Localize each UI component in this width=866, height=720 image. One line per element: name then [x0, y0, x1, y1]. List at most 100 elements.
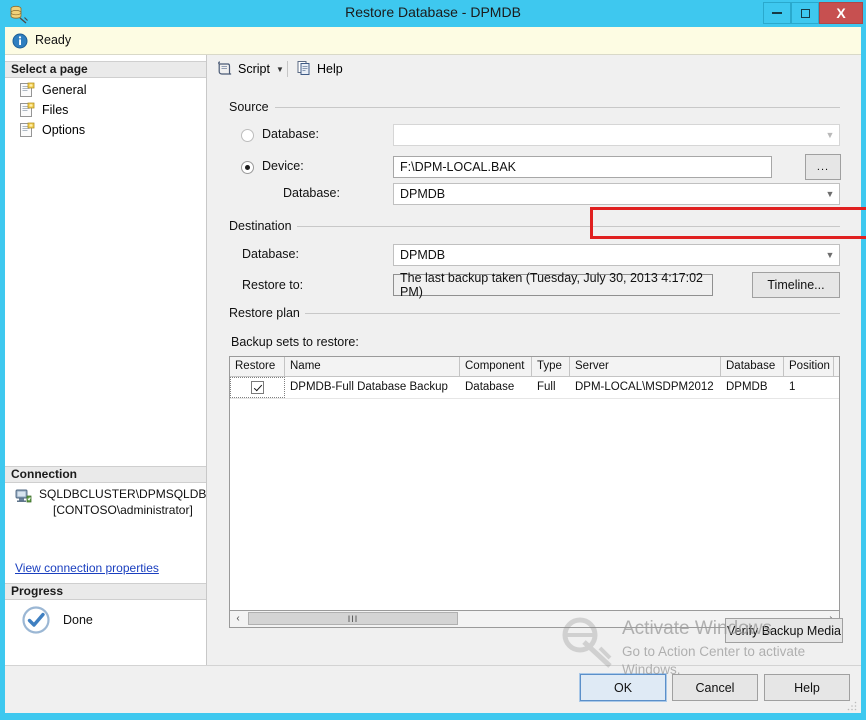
- dialog-button-bar: OK Cancel Help: [5, 665, 861, 713]
- source-device-path-input[interactable]: F:\DPM-LOCAL.BAK: [393, 156, 772, 178]
- timeline-button[interactable]: Timeline...: [752, 272, 840, 298]
- progress-status: Done: [21, 605, 93, 635]
- minimize-icon: [772, 12, 782, 14]
- help-label: Help: [317, 62, 343, 76]
- scroll-left-arrow[interactable]: ‹: [230, 611, 246, 626]
- sidebar-item-options[interactable]: Options: [19, 120, 85, 140]
- status-info-bar: Ready: [5, 27, 861, 55]
- sidebar: Select a page General Files Options Conn…: [5, 55, 207, 665]
- sidebar-item-label: Options: [42, 123, 86, 137]
- progress-header: Progress: [5, 583, 206, 600]
- status-text: Ready: [35, 33, 72, 47]
- page-icon: [19, 102, 35, 118]
- help-button[interactable]: Help: [764, 674, 850, 701]
- source-group-label: Source: [229, 100, 274, 114]
- row-database: DPMDB: [726, 381, 768, 393]
- row-component: Database: [465, 381, 515, 393]
- chevron-down-icon: ▼: [276, 64, 284, 74]
- browse-device-button[interactable]: ...: [805, 154, 841, 180]
- script-icon: [217, 60, 233, 79]
- source-database-name-value: DPMDB: [400, 187, 446, 201]
- sidebar-item-label: General: [42, 83, 87, 97]
- ok-button[interactable]: OK: [579, 673, 667, 702]
- maximize-button[interactable]: [791, 2, 819, 24]
- chevron-down-icon: ▼: [825, 189, 835, 199]
- connection-server: SQLDBCLUSTER\DPMSQLDB: [39, 487, 207, 501]
- destination-group-label: Destination: [229, 219, 297, 233]
- source-database-combo[interactable]: ▼: [393, 124, 840, 146]
- restore-plan-group-rule: [305, 313, 840, 314]
- grid-col-component[interactable]: Component: [460, 357, 532, 376]
- connection-header: Connection: [5, 466, 206, 483]
- source-database-radio-label: Database:: [262, 127, 319, 141]
- content-pane: Script ▼ Help Source Database: ▼ Device:…: [207, 55, 866, 665]
- source-device-path-value: F:\DPM-LOCAL.BAK: [400, 160, 516, 174]
- view-connection-properties-link[interactable]: View connection properties: [15, 561, 159, 575]
- verify-backup-media-button[interactable]: Verify Backup Media: [725, 618, 843, 643]
- restore-to-label: Restore to:: [242, 278, 304, 292]
- backup-sets-grid[interactable]: Restore Name Component Type Server Datab…: [229, 356, 840, 611]
- row-type: Full: [537, 381, 556, 393]
- script-dropdown-caret[interactable]: ▼: [273, 59, 287, 79]
- row-position: 1: [789, 381, 796, 393]
- restore-to-value: The last backup taken (Tuesday, July 30,…: [400, 271, 703, 299]
- chevron-down-icon: ▼: [825, 250, 835, 260]
- grid-col-type[interactable]: Type: [532, 357, 570, 376]
- toolbar-divider: [287, 61, 288, 77]
- connection-user: [CONTOSO\administrator]: [53, 503, 193, 517]
- source-database-label: Database:: [283, 186, 340, 200]
- script-button[interactable]: Script: [214, 59, 273, 79]
- progress-label: Done: [63, 613, 93, 627]
- table-row[interactable]: DPMDB-Full Database Backup Database Full…: [230, 377, 839, 399]
- grid-col-name[interactable]: Name: [285, 357, 460, 376]
- row-server: DPM-LOCAL\MSDPM2012: [575, 381, 714, 393]
- device-field-highlight: [590, 207, 866, 239]
- restore-checkbox[interactable]: [251, 381, 264, 394]
- grid-header-row: Restore Name Component Type Server Datab…: [230, 357, 839, 377]
- grid-col-database[interactable]: Database: [721, 357, 784, 376]
- grid-col-partial[interactable]: F: [834, 357, 839, 376]
- restore-database-dialog: Restore Database - DPMDB X Ready Select …: [0, 0, 866, 720]
- sidebar-item-general[interactable]: General: [19, 80, 86, 100]
- maximize-icon: [800, 8, 810, 18]
- cancel-button[interactable]: Cancel: [672, 674, 758, 701]
- select-a-page-header: Select a page: [5, 61, 206, 78]
- restore-to-value-box: The last backup taken (Tuesday, July 30,…: [393, 271, 713, 299]
- destination-database-combo[interactable]: DPMDB ▼: [393, 244, 840, 266]
- help-toolbar-button[interactable]: Help: [293, 59, 346, 79]
- sidebar-item-label: Files: [42, 103, 69, 117]
- close-button[interactable]: X: [819, 2, 863, 24]
- backup-sets-label: Backup sets to restore:: [231, 335, 359, 349]
- destination-database-label: Database:: [242, 247, 299, 261]
- page-icon: [19, 82, 35, 98]
- info-icon: [12, 33, 28, 49]
- help-pages-icon: [296, 60, 312, 79]
- grid-col-server[interactable]: Server: [570, 357, 721, 376]
- title-bar: Restore Database - DPMDB X: [0, 0, 866, 27]
- minimize-button[interactable]: [763, 2, 791, 24]
- row-name: DPMDB-Full Database Backup: [290, 381, 448, 393]
- row-extra: [834, 377, 839, 398]
- source-device-radio[interactable]: [241, 161, 254, 174]
- server-connection-icon: [15, 488, 32, 504]
- restore-plan-group-label: Restore plan: [229, 306, 305, 320]
- page-icon: [19, 122, 35, 138]
- source-device-radio-label: Device:: [262, 159, 304, 173]
- grid-col-restore[interactable]: Restore: [230, 357, 285, 376]
- window-title: Restore Database - DPMDB: [345, 4, 521, 20]
- sidebar-item-files[interactable]: Files: [19, 100, 68, 120]
- source-database-name-combo[interactable]: DPMDB ▼: [393, 183, 840, 205]
- close-icon: X: [836, 5, 846, 21]
- source-database-radio[interactable]: [241, 129, 254, 142]
- row-restore-checkbox-cell[interactable]: [230, 377, 285, 398]
- resize-grip-icon[interactable]: [847, 700, 857, 711]
- scrollbar-thumb[interactable]: III: [248, 612, 458, 625]
- script-label: Script: [238, 62, 270, 76]
- source-group-rule: [275, 107, 840, 108]
- chevron-down-icon: ▼: [825, 130, 835, 140]
- check-circle-icon: [21, 605, 51, 635]
- grid-col-position[interactable]: Position: [784, 357, 834, 376]
- destination-database-value: DPMDB: [400, 248, 446, 262]
- toolbar: Script ▼ Help: [207, 55, 861, 83]
- destination-group-rule: [297, 226, 840, 227]
